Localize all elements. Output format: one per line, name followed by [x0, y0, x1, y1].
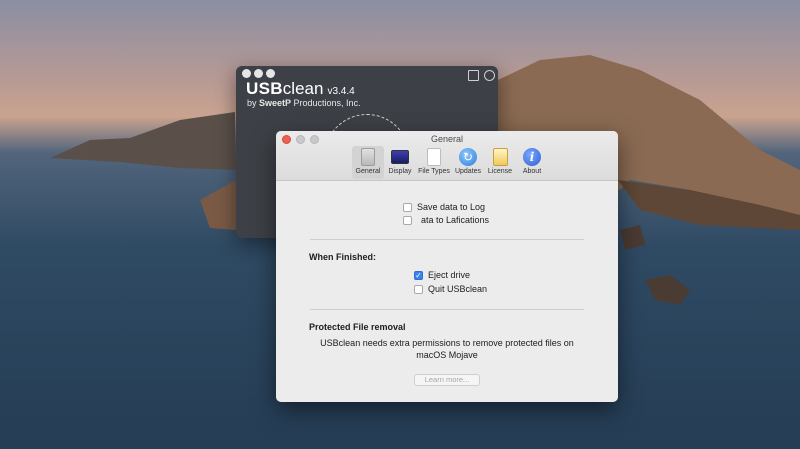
save-log-label: Save data to Log: [417, 202, 486, 212]
tab-label: File Types: [418, 168, 450, 175]
general-switch-icon: [361, 148, 375, 166]
zoom-dot[interactable]: [266, 69, 275, 78]
tab-label: Display: [388, 168, 412, 175]
divider: [310, 239, 584, 240]
titlebar[interactable]: General General Display File Types ↻ Upd…: [276, 131, 618, 181]
tab-label: General: [355, 168, 381, 175]
notifications-checkbox[interactable]: [403, 215, 412, 225]
tab-updates[interactable]: ↻ Updates: [452, 146, 484, 179]
tab-about[interactable]: i About: [516, 146, 548, 179]
when-finished-title: When Finished:: [309, 252, 376, 262]
quit-app-checkbox-row[interactable]: Quit USBclean: [414, 284, 487, 294]
prefs-toolbar: General Display File Types ↻ Updates Lic…: [352, 146, 548, 180]
eject-drive-label: Eject drive: [428, 270, 471, 280]
tab-general[interactable]: General: [352, 146, 384, 179]
tab-file-types[interactable]: File Types: [416, 146, 452, 179]
info-icon: i: [523, 148, 541, 166]
tab-license[interactable]: License: [484, 146, 516, 179]
general-pane: Save data to Log ata to Lafications When…: [276, 182, 618, 402]
logo-usb: USB: [246, 79, 283, 98]
save-log-checkbox[interactable]: [403, 202, 412, 212]
window-icon[interactable]: [468, 70, 479, 81]
by-prefix: by: [247, 98, 260, 108]
logo-clean: clean: [282, 79, 324, 98]
company-bold: SweetP: [259, 98, 292, 108]
notifications-checkbox-row[interactable]: ata to Lafications: [403, 215, 489, 225]
close-dot[interactable]: [242, 69, 251, 78]
save-log-checkbox-row[interactable]: Save data to Log: [403, 202, 485, 212]
preferences-window[interactable]: General General Display File Types ↻ Upd…: [276, 131, 618, 402]
divider: [310, 309, 584, 310]
protected-removal-title: Protected File removal: [309, 322, 406, 332]
quit-app-checkbox[interactable]: [414, 284, 423, 294]
tab-label: License: [487, 168, 513, 175]
tab-label: About: [522, 168, 542, 175]
learn-more-button[interactable]: Learn more...: [414, 374, 480, 386]
certificate-icon: [492, 148, 508, 166]
app-version: v3.4.4: [327, 86, 355, 97]
refresh-arrows-icon: ↻: [459, 148, 477, 166]
company-credit: by SweetP Productions, Inc.: [247, 98, 361, 108]
quit-app-label: Quit USBclean: [428, 284, 488, 294]
tab-label: Updates: [454, 168, 482, 175]
eject-drive-checkbox[interactable]: ✓: [414, 270, 423, 280]
tab-display[interactable]: Display: [384, 146, 416, 179]
gear-icon[interactable]: [484, 70, 495, 81]
window-title: General: [430, 134, 464, 144]
display-monitor-icon: [391, 150, 409, 164]
file-document-icon: [427, 148, 441, 166]
eject-drive-checkbox-row[interactable]: ✓ Eject drive: [414, 270, 470, 280]
notifications-label: ata to Lafications: [421, 215, 490, 225]
app-logo: USBclean v3.4.4: [246, 79, 355, 99]
company-rest: Productions, Inc.: [291, 98, 361, 108]
protected-removal-note: USBclean needs extra permissions to remo…: [320, 338, 574, 360]
minimize-dot[interactable]: [254, 69, 263, 78]
